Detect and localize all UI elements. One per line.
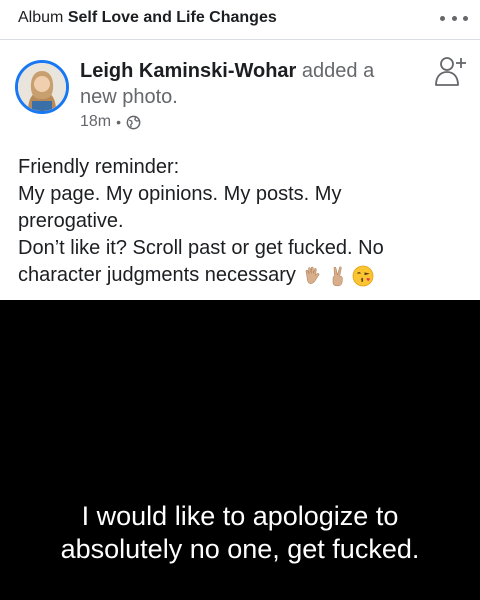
album-name[interactable]: Self Love and Life Changes <box>68 9 277 26</box>
post-photo[interactable]: I would like to apologize to absolutely … <box>0 300 480 600</box>
emoji-row <box>302 265 377 287</box>
post-text: Friendly reminder: My page. My opinions.… <box>18 154 468 289</box>
post-text-line: Friendly reminder: <box>18 156 180 178</box>
photo-caption-line: I would like to apologize to <box>81 501 399 531</box>
post-timestamp[interactable]: 18m <box>80 113 111 131</box>
meta-separator: • <box>116 114 122 130</box>
photo-caption: I would like to apologize to absolutely … <box>0 500 480 566</box>
post-page: Album Self Love and Life Changes Leigh K… <box>0 0 480 600</box>
post-text-line: character judgments necessary <box>18 264 296 286</box>
more-options-icon[interactable] <box>440 8 468 28</box>
album-prefix: Album <box>18 9 64 26</box>
waving-hand-emoji-icon <box>302 265 324 287</box>
avatar[interactable] <box>15 60 69 114</box>
post-text-line: My page. My opinions. My posts. My <box>18 183 342 205</box>
post-text-line-last: character judgments necessary <box>18 262 468 289</box>
add-friend-icon[interactable] <box>434 54 468 88</box>
victory-hand-emoji-icon <box>327 265 349 287</box>
post-meta: 18m • <box>80 113 141 131</box>
album-title[interactable]: Album Self Love and Life Changes <box>18 9 277 27</box>
globe-icon <box>126 115 141 130</box>
album-header: Album Self Love and Life Changes <box>0 0 480 40</box>
author-line: Leigh Kaminski-Wohar added a new photo. <box>80 58 410 110</box>
post-text-line: Don’t like it? Scroll past or get fucked… <box>18 237 384 259</box>
kissing-face-emoji-icon <box>352 265 374 287</box>
post-text-line: prerogative. <box>18 210 124 232</box>
author-name[interactable]: Leigh Kaminski-Wohar <box>80 60 296 82</box>
photo-caption-line: absolutely no one, get fucked. <box>60 534 420 564</box>
